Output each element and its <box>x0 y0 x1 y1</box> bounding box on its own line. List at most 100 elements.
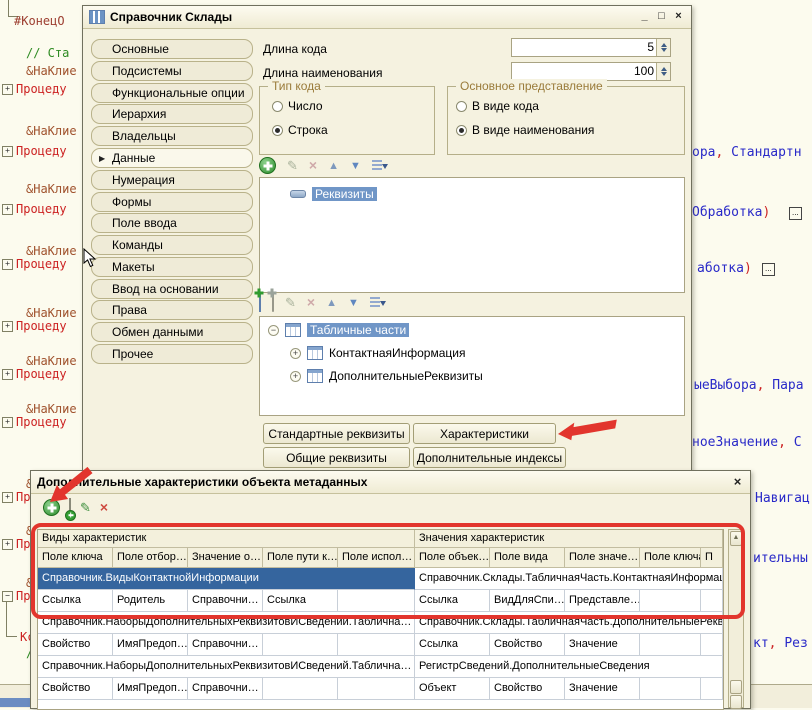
table-row[interactable]: Свойство ИмяПредоп… Справочни… Объект Св… <box>38 678 723 700</box>
radio-v-vide-naimenovaniya[interactable] <box>456 125 467 136</box>
table-cell[interactable]: РегистрСведений.ДополнительныеСведения <box>415 656 723 678</box>
code-length-value: 5 <box>647 39 654 56</box>
table-cell[interactable]: Справочни… <box>188 634 263 656</box>
radio-v-vide-koda[interactable] <box>456 101 467 112</box>
tab-prava[interactable]: Права <box>91 300 253 320</box>
annotation-arrow-add-button <box>44 462 96 508</box>
fold-plus-icon[interactable]: + <box>2 321 13 332</box>
tabular-section-icon <box>307 346 323 360</box>
tab-vvod-na-osnovanii[interactable]: Ввод на основании <box>91 279 253 299</box>
table-cell[interactable]: ИмяПредоп… <box>113 634 188 656</box>
tab-vladelcy[interactable]: Владельцы <box>91 126 253 146</box>
tab-numeraciya[interactable]: Нумерация <box>91 170 253 190</box>
delete-icon[interactable]: × <box>307 295 315 310</box>
code-line: Пр <box>16 589 30 603</box>
tab-osnovnye[interactable]: Основные <box>91 39 253 59</box>
tabular-sections-tree[interactable]: − Табличные части + КонтактнаяИнформация… <box>259 316 685 416</box>
fold-plus-icon[interactable]: + <box>2 492 13 503</box>
collapse-icon[interactable]: − <box>268 325 279 336</box>
tree-item-dopolnitelnye-rekvizity[interactable]: ДополнительныеРеквизиты <box>329 369 483 383</box>
delete-icon[interactable]: × <box>309 158 317 173</box>
table-cell[interactable] <box>701 634 723 656</box>
fold-plus-icon[interactable]: + <box>2 146 13 157</box>
add-attribute-icon[interactable] <box>272 294 274 312</box>
table-cell[interactable]: Свойство <box>38 678 113 700</box>
move-up-icon[interactable]: ▲ <box>326 297 337 309</box>
table-cell[interactable]: Справочни… <box>188 678 263 700</box>
edit-icon[interactable]: ✎ <box>287 158 298 173</box>
table-cell[interactable]: Свойство <box>490 634 565 656</box>
table-cell[interactable] <box>701 678 723 700</box>
table-cell[interactable]: Свойство <box>490 678 565 700</box>
radio-stroka[interactable] <box>272 125 283 136</box>
table-row[interactable]: Справочник.НаборыДополнительныхРеквизито… <box>38 656 723 678</box>
tab-funkcionalnye-opcii[interactable]: Функциональные опции <box>91 83 253 103</box>
table-cell[interactable] <box>338 634 415 656</box>
tab-komandy[interactable]: Команды <box>91 235 253 255</box>
tab-dannye[interactable]: ▶Данные <box>91 148 253 168</box>
table-row[interactable]: Свойство ИмяПредоп… Справочни… Ссылка Св… <box>38 634 723 656</box>
move-down-icon[interactable]: ▼ <box>348 297 359 309</box>
table-cell[interactable]: Справочник.НаборыДополнительныхРеквизито… <box>38 656 415 678</box>
selected-tab-marker-icon: ▶ <box>99 149 105 168</box>
attributes-tree[interactable]: Реквизиты <box>259 177 685 293</box>
spinner-down-button[interactable] <box>657 48 670 57</box>
dialog-titlebar[interactable]: Дополнительные характеристики объекта ме… <box>31 471 750 494</box>
common-attributes-button[interactable]: Общие реквизиты <box>263 447 410 468</box>
fold-plus-icon[interactable]: + <box>2 204 13 215</box>
fold-plus-icon[interactable]: + <box>2 539 13 550</box>
tree-item-tablichnye-chasti[interactable]: Табличные части <box>307 323 409 337</box>
tab-pole-vvoda[interactable]: Поле ввода <box>91 213 253 233</box>
tree-item-kontaktnaya-informaciya[interactable]: КонтактнаяИнформация <box>329 346 465 360</box>
table-cell[interactable] <box>263 634 338 656</box>
fold-minus-icon[interactable]: − <box>2 591 13 602</box>
collapsed-code-icon[interactable]: ... <box>789 207 802 220</box>
table-cell[interactable] <box>338 678 415 700</box>
additional-indexes-button[interactable]: Дополнительные индексы <box>413 447 566 468</box>
tab-obmen-dannymi[interactable]: Обмен данными <box>91 322 253 342</box>
tab-prochee[interactable]: Прочее <box>91 344 253 364</box>
table-cell[interactable] <box>640 678 701 700</box>
move-down-icon[interactable]: ▼ <box>350 160 361 172</box>
tab-formy[interactable]: Формы <box>91 192 253 212</box>
table-cell[interactable] <box>263 678 338 700</box>
fold-plus-icon[interactable]: + <box>2 417 13 428</box>
code-length-input[interactable]: 5 <box>511 38 671 57</box>
spinner-up-button[interactable] <box>657 39 670 48</box>
move-up-icon[interactable]: ▲ <box>328 160 339 172</box>
spinner-up-button[interactable] <box>657 63 670 72</box>
tab-ierarhiya[interactable]: Иерархия <box>91 104 253 124</box>
table-cell[interactable]: Объект <box>415 678 490 700</box>
table-cell[interactable]: Свойство <box>38 634 113 656</box>
standard-attributes-button[interactable]: Стандартные реквизиты <box>263 423 410 444</box>
tab-podsistemy[interactable]: Подсистемы <box>91 61 253 81</box>
add-tabular-section-icon[interactable] <box>259 294 261 312</box>
close-button[interactable]: × <box>672 11 685 24</box>
table-cell[interactable]: Ссылка <box>415 634 490 656</box>
fold-plus-icon[interactable]: + <box>2 369 13 380</box>
window-titlebar[interactable]: Справочник Склады _ □ × <box>83 6 691 29</box>
table-cell[interactable] <box>640 634 701 656</box>
table-cell[interactable]: ИмяПредоп… <box>113 678 188 700</box>
table-cell[interactable]: Значение <box>565 634 640 656</box>
radio-chislo[interactable] <box>272 101 283 112</box>
edit-icon[interactable]: ✎ <box>285 295 296 310</box>
expand-icon[interactable]: + <box>290 371 301 382</box>
tab-makety[interactable]: Макеты <box>91 257 253 277</box>
characteristics-button[interactable]: Характеристики <box>413 423 556 444</box>
delete-icon[interactable]: × <box>100 500 108 515</box>
scrollbar-thumb[interactable] <box>730 680 742 694</box>
fold-plus-icon[interactable]: + <box>2 84 13 95</box>
spinner-down-button[interactable] <box>657 72 670 81</box>
fold-plus-icon[interactable]: + <box>2 259 13 270</box>
minimize-button[interactable]: _ <box>638 11 651 24</box>
table-cell[interactable]: Значение <box>565 678 640 700</box>
maximize-button[interactable]: □ <box>655 11 668 24</box>
collapsed-code-icon[interactable]: ... <box>762 263 775 276</box>
close-button[interactable]: × <box>731 476 744 489</box>
add-icon[interactable] <box>259 157 276 174</box>
sort-list-icon[interactable] <box>372 160 382 172</box>
expand-icon[interactable]: + <box>290 348 301 359</box>
tree-item-rekvizity[interactable]: Реквизиты <box>312 187 377 201</box>
sort-list-icon[interactable] <box>370 297 380 309</box>
